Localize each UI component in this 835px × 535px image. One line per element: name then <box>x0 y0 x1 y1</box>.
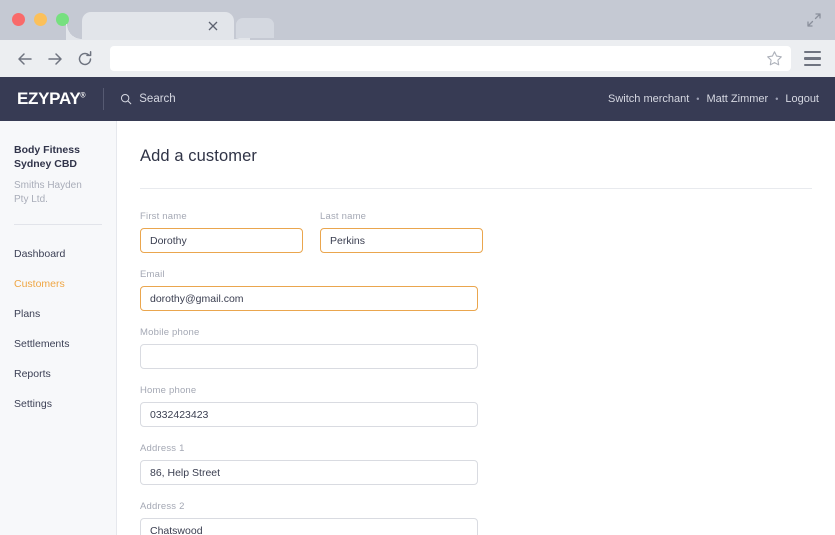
ezypay-logo[interactable]: EZYPAY® <box>0 89 86 109</box>
browser-titlebar <box>0 0 835 40</box>
sidebar: Body Fitness Sydney CBD Smiths Hayden Pt… <box>0 121 117 535</box>
back-button[interactable] <box>10 46 40 72</box>
browser-window: EZYPAY® Search Switch merchant • Matt Zi… <box>0 0 835 535</box>
reload-button[interactable] <box>70 46 100 72</box>
logout-link[interactable]: Logout <box>785 93 819 105</box>
email-input[interactable] <box>140 286 478 311</box>
sidebar-item-dashboard[interactable]: Dashboard <box>14 239 116 269</box>
search-button[interactable]: Search <box>120 93 176 105</box>
last-name-label: Last name <box>320 211 367 222</box>
first-name-field-group: First name <box>140 211 303 253</box>
expand-icon[interactable] <box>805 11 823 29</box>
sidebar-item-settings[interactable]: Settings <box>14 389 116 419</box>
home-phone-label: Home phone <box>140 385 197 396</box>
sidebar-item-settlements[interactable]: Settlements <box>14 329 116 359</box>
search-icon <box>121 93 132 105</box>
home-phone-input[interactable] <box>140 402 478 427</box>
sidebar-item-plans[interactable]: Plans <box>14 299 116 329</box>
mobile-phone-field-group: Mobile phone <box>140 327 478 369</box>
separator-dot: • <box>696 94 700 104</box>
sidebar-item-reports[interactable]: Reports <box>14 359 116 389</box>
mobile-phone-input[interactable] <box>140 344 478 369</box>
app-header: EZYPAY® Search Switch merchant • Matt Zi… <box>0 77 835 121</box>
main-content: Add a customer First name Last name Emai… <box>117 121 835 535</box>
address-bar[interactable] <box>110 46 791 71</box>
address-2-label: Address 2 <box>140 501 185 512</box>
forward-button[interactable] <box>40 46 70 72</box>
app-body: Body Fitness Sydney CBD Smiths Hayden Pt… <box>0 121 835 535</box>
email-label: Email <box>140 269 165 280</box>
sidebar-divider <box>14 224 102 226</box>
close-window-button[interactable] <box>12 13 25 26</box>
sidebar-nav: Dashboard Customers Plans Settlements Re… <box>14 239 116 419</box>
user-name-link[interactable]: Matt Zimmer <box>706 93 768 105</box>
address-2-field-group: Address 2 <box>140 501 478 535</box>
last-name-input[interactable] <box>320 228 483 253</box>
first-name-label: First name <box>140 211 187 222</box>
tab-close-icon[interactable] <box>206 20 220 34</box>
forward-arrow-icon <box>48 52 62 65</box>
switch-merchant-link[interactable]: Switch merchant <box>608 93 689 105</box>
address-1-label: Address 1 <box>140 443 185 454</box>
merchant-name: Body Fitness Sydney CBD <box>14 144 80 171</box>
merchant-company: Smiths Hayden Pty Ltd. <box>14 180 82 205</box>
browser-toolbar <box>0 40 835 77</box>
browser-tab-secondary[interactable] <box>236 18 274 38</box>
name-row: First name Last name <box>140 211 812 269</box>
page-title: Add a customer <box>140 147 257 165</box>
hamburger-menu-icon[interactable] <box>799 47 825 71</box>
reload-icon <box>78 50 92 65</box>
header-user-menu: Switch merchant • Matt Zimmer • Logout <box>608 77 819 121</box>
add-customer-form: First name Last name Email Mobile phone <box>140 189 812 535</box>
window-controls <box>12 13 69 26</box>
close-icon <box>208 21 218 31</box>
url-input[interactable] <box>110 46 791 71</box>
last-name-field-group: Last name <box>320 211 483 253</box>
email-field-group: Email <box>140 269 478 311</box>
header-divider <box>103 88 105 110</box>
sidebar-item-customers[interactable]: Customers <box>14 269 116 299</box>
back-arrow-icon <box>18 52 32 65</box>
home-phone-field-group: Home phone <box>140 385 478 427</box>
mobile-phone-label: Mobile phone <box>140 327 200 338</box>
address-1-field-group: Address 1 <box>140 443 478 485</box>
registered-mark: ® <box>80 92 86 100</box>
logo-text: EZYPAY <box>17 89 81 108</box>
address-1-input[interactable] <box>140 460 478 485</box>
search-label: Search <box>139 93 176 105</box>
minimize-window-button[interactable] <box>34 13 47 26</box>
first-name-input[interactable] <box>140 228 303 253</box>
separator-dot: • <box>775 94 779 104</box>
address-2-input[interactable] <box>140 518 478 535</box>
star-icon[interactable] <box>766 50 783 72</box>
